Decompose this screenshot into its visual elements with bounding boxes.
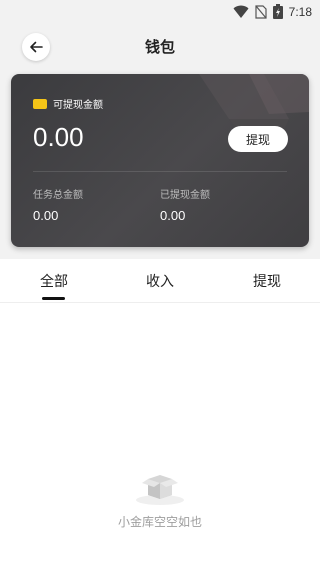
withdrawable-label-text: 可提现金额 <box>53 100 103 111</box>
empty-box-icon <box>136 475 184 505</box>
task-total-label: 任务总金额 <box>33 190 83 201</box>
app-bar: 钱包 <box>0 24 320 68</box>
card-divider <box>33 171 287 172</box>
empty-state: 小金库空空如也 <box>0 465 320 530</box>
withdraw-button[interactable]: 提现 <box>228 126 288 152</box>
tab-active-indicator <box>42 297 65 300</box>
wifi-icon <box>233 5 249 18</box>
tab-all[interactable]: 全部 <box>40 271 68 291</box>
status-icons: 7:18 <box>233 4 312 19</box>
status-bar: 7:18 <box>0 0 320 24</box>
page-title: 钱包 <box>144 38 175 56</box>
withdrawn-value: 0.00 <box>160 208 186 223</box>
tab-withdraw[interactable]: 提现 <box>253 271 281 291</box>
tab-bar: 全部 收入 提现 <box>0 259 320 303</box>
wallet-card: 可提现金额 0.00 提现 任务总金额 0.00 已提现金额 0.00 <box>11 74 309 247</box>
withdrawn-label: 已提现金额 <box>160 190 210 201</box>
task-total-value: 0.00 <box>33 208 59 223</box>
empty-message: 小金库空空如也 <box>117 515 202 529</box>
wallet-icon <box>33 98 47 109</box>
no-sim-icon <box>255 4 267 19</box>
withdrawable-label: 可提现金额 <box>33 96 103 111</box>
withdrawable-amount: 0.00 <box>33 122 84 152</box>
battery-icon <box>272 4 283 19</box>
tab-income[interactable]: 收入 <box>146 271 174 291</box>
status-time: 7:18 <box>288 4 312 19</box>
